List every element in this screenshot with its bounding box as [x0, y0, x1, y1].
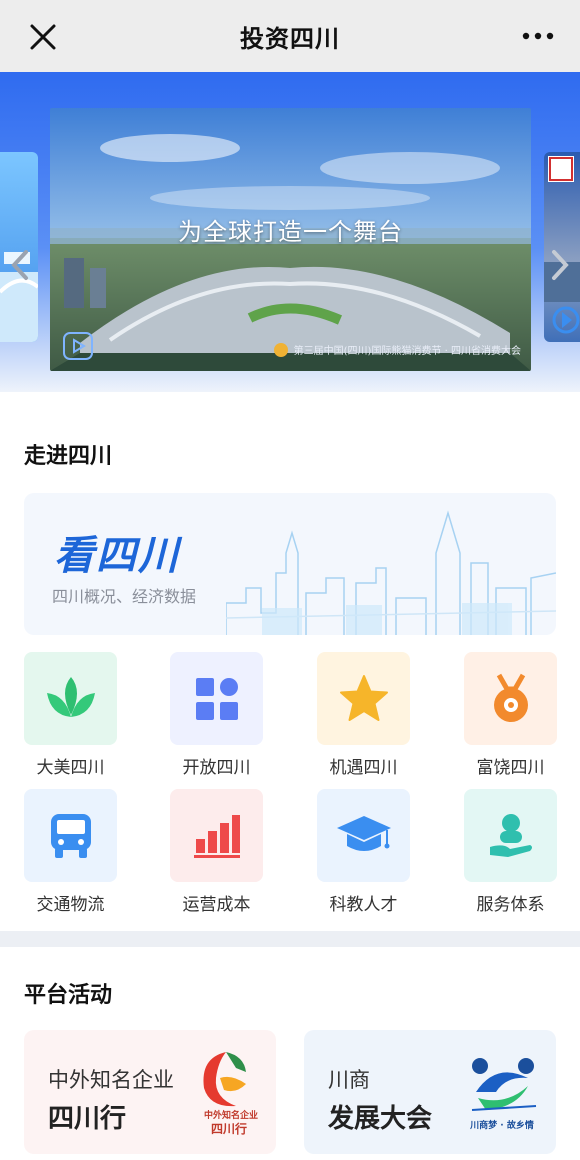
tile-label: 科教人才 — [329, 895, 398, 915]
activity-card-enterprises[interactable]: 中外知名企业 四川行 中外知名企业 四川行 — [24, 1030, 276, 1154]
tile-damei[interactable]: 大美四川 — [24, 652, 117, 778]
chuanshang-emblem-icon — [471, 1058, 537, 1111]
activity-line1: 中外知名企业 — [48, 1068, 174, 1092]
tile-label: 开放四川 — [182, 758, 251, 778]
video-play-icon[interactable] — [62, 331, 94, 361]
banner-sponsor: 第三届中国(四川)国际熊猫消费节 · 四川省消费大会 — [273, 342, 521, 357]
section-title-activities: 平台活动 — [24, 983, 113, 1008]
tile-label: 运营成本 — [182, 895, 251, 915]
medal-icon — [493, 673, 528, 722]
tile-icon-box — [170, 652, 263, 745]
tile-icon-box — [317, 789, 410, 882]
tile-kaifang[interactable]: 开放四川 — [170, 652, 263, 778]
carousel-prev-card[interactable] — [0, 152, 38, 342]
close-icon[interactable] — [28, 22, 58, 52]
tile-fuwu[interactable]: 服务体系 — [464, 789, 557, 915]
tile-label: 交通物流 — [36, 895, 105, 915]
grid-icon — [195, 677, 238, 720]
tile-jiyu[interactable]: 机遇四川 — [317, 652, 410, 778]
tile-icon-box — [170, 789, 263, 882]
skyline-illustration — [226, 510, 556, 635]
tile-kejiao[interactable]: 科教人才 — [317, 789, 410, 915]
banner-caption: 为全球打造一个舞台 — [178, 218, 403, 246]
tile-jiaotong[interactable]: 交通物流 — [24, 789, 117, 915]
tile-yunying[interactable]: 运营成本 — [170, 789, 263, 915]
activity-line2: 四川行 — [48, 1104, 127, 1134]
banner-sponsor-text: 第三届中国(四川)国际熊猫消费节 · 四川省消费大会 — [293, 346, 521, 357]
tile-icon-box — [24, 652, 117, 745]
bar-chart-icon — [193, 814, 240, 858]
page-title: 投资四川 — [240, 24, 340, 53]
service-hand-icon — [489, 813, 532, 857]
tile-label: 机遇四川 — [329, 758, 398, 778]
activity-line2: 发展大会 — [328, 1104, 433, 1134]
tile-icon-box — [24, 789, 117, 882]
carousel-next-card[interactable] — [544, 152, 580, 342]
bus-icon — [50, 813, 91, 858]
tile-icon-box — [464, 789, 557, 882]
section-divider — [0, 931, 580, 947]
carousel-prev-arrow-icon[interactable] — [8, 248, 32, 282]
sponsor-logo-icon — [273, 342, 288, 357]
graduation-cap-icon — [336, 815, 391, 851]
tile-label: 富饶四川 — [476, 758, 545, 778]
tile-icon-box — [464, 652, 557, 745]
tile-label: 大美四川 — [36, 758, 105, 778]
star-icon — [339, 674, 388, 721]
activity-card-chuanshang[interactable]: 川商 发展大会 川商梦 · 故乡情 — [304, 1030, 556, 1154]
section-title-intro: 走进四川 — [24, 444, 113, 469]
main-banner[interactable]: 为全球打造一个舞台 第三届中国(四川)国际熊猫消费节 · 四川省消费大会 — [50, 108, 531, 371]
more-icon[interactable] — [522, 26, 554, 46]
intro-subtitle: 四川概况、经济数据 — [52, 587, 197, 606]
carousel-next-arrow-icon[interactable] — [548, 248, 572, 282]
activity-line1: 川商 — [328, 1068, 370, 1092]
tile-icon-box — [317, 652, 410, 745]
tile-label: 服务体系 — [476, 895, 545, 915]
tile-furao[interactable]: 富饶四川 — [464, 652, 557, 778]
intro-card[interactable]: 看四川 四川概况、经济数据 — [24, 493, 556, 635]
intro-logo-text: 看四川 — [54, 532, 180, 579]
chuanshang-emblem-text: 川商梦 · 故乡情 — [470, 1121, 534, 1131]
enterprise-emblem-text2: 四川行 — [210, 1122, 247, 1136]
top-bar: 投资四川 — [0, 0, 580, 72]
lotus-icon — [46, 676, 95, 717]
